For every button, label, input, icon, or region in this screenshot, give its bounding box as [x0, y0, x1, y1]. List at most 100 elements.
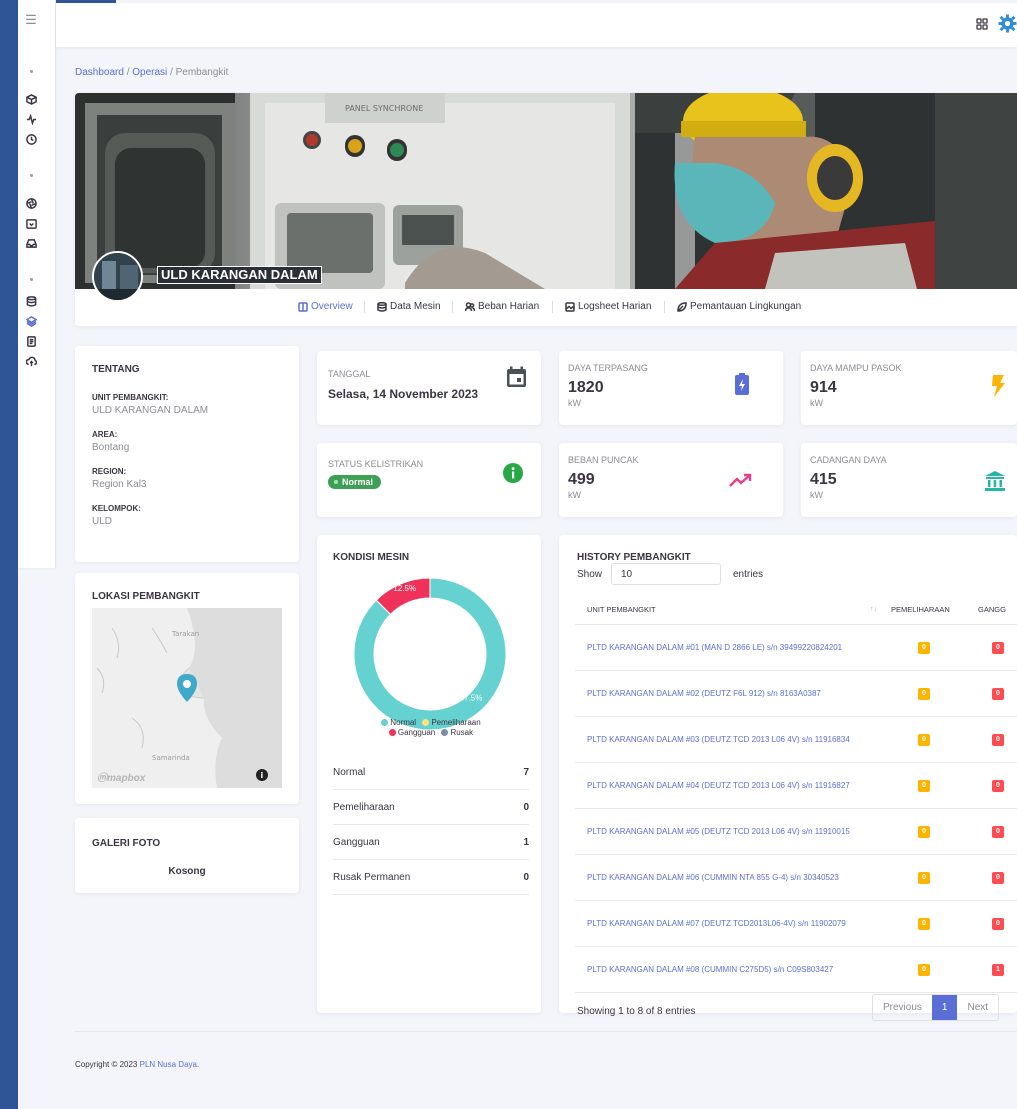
- clock-icon[interactable]: [18, 134, 44, 146]
- footer-link[interactable]: PLN Nusa Daya.: [140, 1060, 200, 1069]
- mapbox-logo: ⓜmapbox: [97, 773, 146, 784]
- legend-pemeliharaan[interactable]: Pemeliharaan: [422, 718, 481, 727]
- tab-label: Logsheet Harian: [578, 301, 652, 312]
- next-button[interactable]: Next: [957, 995, 998, 1020]
- date-card: TANGGAL Selasa, 14 November 2023: [317, 351, 541, 425]
- avatar[interactable]: [92, 251, 143, 302]
- tab-data-mesin[interactable]: Data Mesin: [377, 301, 441, 312]
- stat-unit: kW: [568, 490, 581, 500]
- unit-link[interactable]: PLTD KARANGAN DALAM #08 (CUMMIN C275D5) …: [587, 965, 833, 974]
- tab-logsheet-harian[interactable]: Logsheet Harian: [565, 301, 651, 312]
- cloud-upload-icon[interactable]: [18, 356, 44, 368]
- condition-count: 1: [523, 836, 529, 848]
- breadcrumb: Dashboard / Operasi / Pembangkit: [75, 67, 228, 78]
- battery-icon: [735, 373, 749, 395]
- machine-condition-title: KONDISI MESIN: [333, 552, 410, 563]
- sidebar: ☰: [18, 0, 56, 568]
- breadcrumb-operasi[interactable]: Operasi: [132, 67, 167, 78]
- sort-icon[interactable]: ↑↓: [870, 606, 877, 613]
- legend-rusak[interactable]: Rusak: [441, 728, 473, 737]
- fault-count: 1: [992, 964, 1004, 976]
- condition-name: Rusak Permanen: [333, 871, 411, 883]
- tab-overview[interactable]: Overview: [298, 301, 353, 312]
- unit-link[interactable]: PLTD KARANGAN DALAM #06 (CUMMIN NTA 855 …: [587, 873, 839, 882]
- tab-beban-harian[interactable]: Beban Harian: [465, 301, 539, 312]
- chart-legend: Normal Pemeliharaan Gangguan Rusak: [333, 718, 529, 738]
- stat-value: 415: [810, 471, 837, 488]
- database-icon[interactable]: [18, 296, 44, 308]
- column-pemeliharaan[interactable]: PEMELIHARAAN: [891, 605, 950, 614]
- image-icon: [565, 301, 575, 312]
- unit-link[interactable]: PLTD KARANGAN DALAM #07 (DEUTZ TCD2013L0…: [587, 919, 846, 928]
- left-blue-strip: [0, 0, 18, 1109]
- bolt-icon: [992, 375, 1005, 397]
- grid-apps-icon[interactable]: [976, 18, 988, 30]
- stat-value: 914: [810, 379, 837, 396]
- fault-count: 0: [992, 918, 1004, 930]
- map[interactable]: Tarakan Samarinda i ⓜmapbox: [92, 608, 282, 788]
- condition-name: Normal: [333, 766, 366, 778]
- unit-link[interactable]: PLTD KARANGAN DALAM #02 (DEUTZ F6L 912) …: [587, 689, 821, 698]
- calendar-icon: [507, 366, 526, 387]
- unit-link[interactable]: PLTD KARANGAN DALAM #05 (DEUTZ TCD 2013 …: [587, 827, 850, 836]
- unit-link[interactable]: PLTD KARANGAN DALAM #03 (DEUTZ TCD 2013 …: [587, 735, 850, 744]
- aperture-icon[interactable]: [18, 198, 44, 210]
- column-gangguan[interactable]: GANGG: [978, 605, 1006, 614]
- stat-unit: kW: [810, 490, 823, 500]
- field-value: Region Kal3: [92, 479, 147, 490]
- about-field-area: AREA: Bontang: [92, 430, 282, 453]
- previous-button[interactable]: Previous: [873, 995, 932, 1020]
- breadcrumb-dashboard[interactable]: Dashboard: [75, 67, 124, 78]
- map-pin-icon[interactable]: [177, 674, 197, 702]
- layers-icon[interactable]: [18, 316, 44, 328]
- condition-count: 7: [523, 766, 529, 778]
- location-title: LOKASI PEMBANGKIT: [92, 591, 200, 602]
- top-navbar: [56, 3, 1017, 47]
- field-value: ULD: [92, 516, 113, 527]
- column-unit-pembangkit[interactable]: UNIT PEMBANGKIT: [587, 605, 656, 614]
- breadcrumb-current: Pembangkit: [175, 67, 229, 78]
- legend-gangguan[interactable]: Gangguan: [388, 728, 436, 737]
- leaf-icon: [677, 301, 687, 312]
- condition-row-pemeliharaan: Pemeliharaan 0: [333, 790, 529, 825]
- field-label: UNIT PEMBANGKIT:: [92, 393, 169, 402]
- gear-icon[interactable]: [998, 14, 1017, 33]
- stat-card-daya-mampu-pasok: DAYA MAMPU PASOK 914 kW: [801, 351, 1017, 425]
- activity-icon[interactable]: [18, 113, 44, 126]
- section-dot: [30, 278, 33, 281]
- file-text-icon[interactable]: [18, 336, 44, 348]
- inbox-icon[interactable]: [18, 238, 44, 250]
- unit-link[interactable]: PLTD KARANGAN DALAM #04 (DEUTZ TCD 2013 …: [587, 781, 850, 790]
- field-label: REGION:: [92, 467, 127, 476]
- date-value: Selasa, 14 November 2023: [328, 387, 479, 401]
- maintenance-count: 0: [918, 872, 930, 884]
- condition-row-gangguan: Gangguan 1: [333, 825, 529, 860]
- gallery-card: GALERI FOTO Kosong: [75, 818, 299, 893]
- table-row: PLTD KARANGAN DALAM #06 (CUMMIN NTA 855 …: [575, 855, 1017, 901]
- maintenance-count: 0: [918, 826, 930, 838]
- folder-icon[interactable]: [18, 218, 44, 230]
- slice-normal[interactable]: [353, 577, 507, 731]
- trending-up-icon: [729, 473, 752, 487]
- page-1-button[interactable]: 1: [931, 995, 958, 1020]
- hamburger-menu-icon[interactable]: ☰: [18, 13, 44, 26]
- fault-count: 0: [992, 642, 1004, 654]
- tab-pemantauan-lingkungan[interactable]: Pemantauan Lingkungan: [677, 301, 801, 312]
- status-label: STATUS KELISTRIKAN: [328, 459, 424, 469]
- pagination: Previous 1 Next: [872, 994, 1000, 1021]
- tab-separator: [452, 301, 453, 313]
- cube-icon[interactable]: [18, 94, 44, 106]
- table-row: PLTD KARANGAN DALAM #02 (DEUTZ F6L 912) …: [575, 671, 1017, 717]
- table-info: Showing 1 to 8 of 8 entries: [577, 1006, 696, 1017]
- section-dot: [30, 70, 33, 73]
- section-dot: [30, 174, 33, 177]
- unit-link[interactable]: PLTD KARANGAN DALAM #01 (MAN D 2866 LE) …: [587, 643, 842, 652]
- map-label-tarakan: Tarakan: [171, 630, 199, 638]
- legend-label: Gangguan: [397, 728, 436, 737]
- map-info-icon[interactable]: i: [261, 771, 264, 780]
- legend-normal[interactable]: Normal: [381, 718, 416, 727]
- page-size-select[interactable]: 10: [611, 563, 721, 585]
- stat-card-daya-terpasang: DAYA TERPASANG 1820 kW: [559, 351, 783, 425]
- table-row: PLTD KARANGAN DALAM #01 (MAN D 2866 LE) …: [575, 625, 1017, 671]
- stat-label: CADANGAN DAYA: [810, 455, 887, 465]
